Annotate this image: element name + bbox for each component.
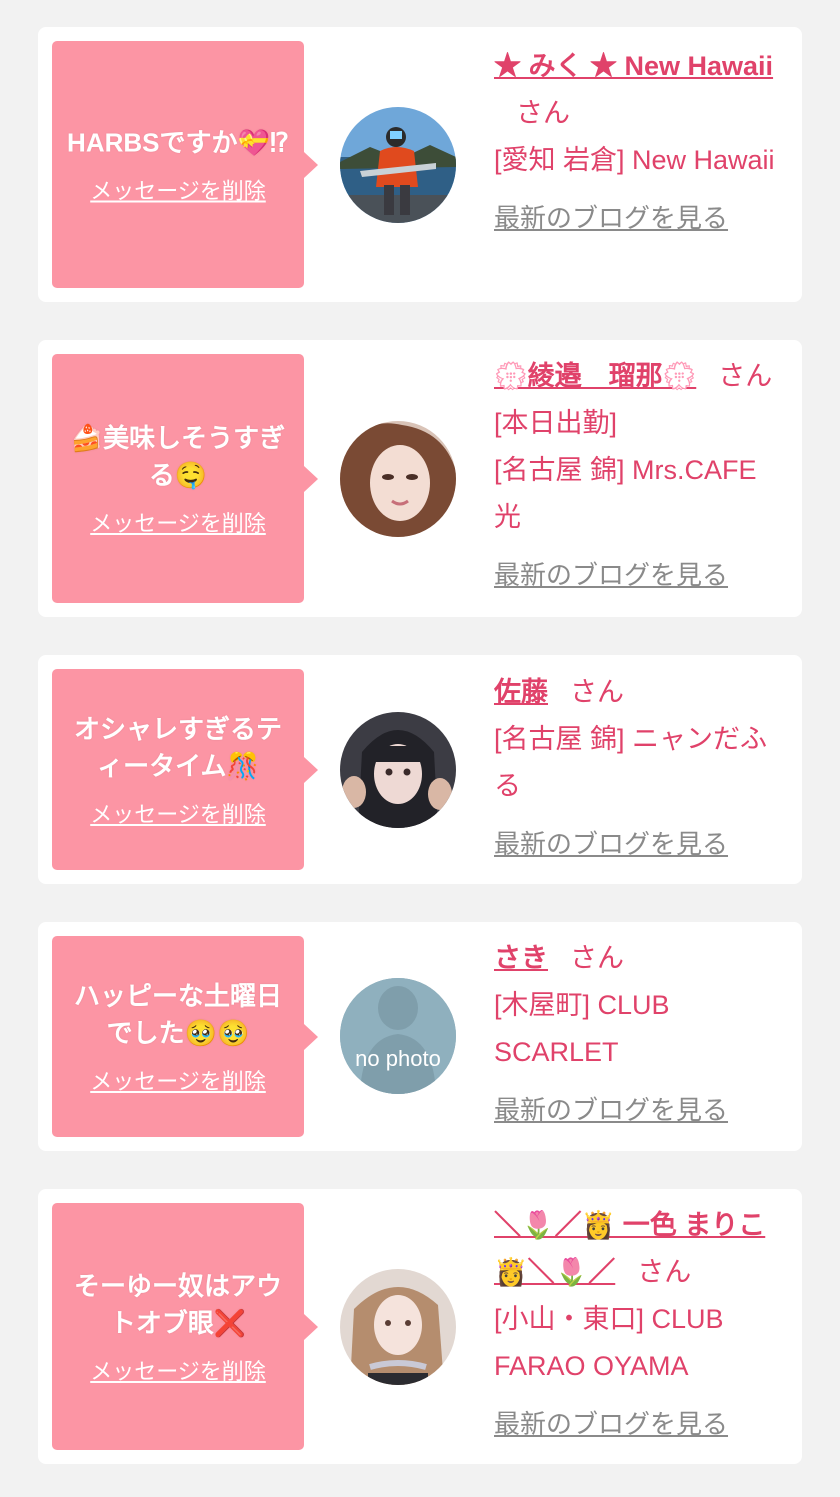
latest-blog-link[interactable]: 最新のブログを見る [494, 195, 728, 242]
delete-message-link[interactable]: メッセージを削除 [90, 173, 266, 205]
message-text: ハッピーな土曜日でした🥹🥹 [73, 980, 282, 1048]
sender-name-link[interactable]: 💮綾邉 瑠那💮 [494, 361, 696, 391]
message-text: 🍰美味しそうすぎる🤤 [70, 422, 286, 490]
delete-message-link[interactable]: メッセージを削除 [90, 797, 266, 829]
message-card: HARBSですか💝⁉ メッセージを削除 ★ みく ★ New Hawaii さん … [38, 27, 802, 302]
honorific: さん [516, 98, 570, 128]
message-card: 🍰美味しそうすぎる🤤 メッセージを削除 💮綾邉 瑠那💮 さん [本日出勤] [名古屋… [38, 340, 802, 617]
honorific: さん [570, 677, 624, 707]
store-label: [愛知 岩倉] New Hawaii [494, 145, 775, 175]
message-bubble: 🍰美味しそうすぎる🤤 メッセージを削除 [52, 354, 318, 603]
store-label: [名古屋 錦] Mrs.CAFE 光 [494, 455, 757, 532]
message-card: ハッピーな土曜日でした🥹🥹 メッセージを削除 no photo さき さん [木屋… [38, 922, 802, 1151]
avatar[interactable] [340, 712, 456, 828]
sender-info: さき さん [木屋町] CLUB SCARLET 最新のブログを見る [494, 935, 790, 1134]
avatar[interactable] [340, 421, 456, 537]
sender-name-link[interactable]: 佐藤 [494, 677, 548, 707]
sender-info: ＼🌷／👸 一色 まりこ 👸＼🌷／ さん [小山・東口] CLUB FARAO OY… [494, 1202, 790, 1448]
sender-name-link[interactable]: ★ みく ★ New Hawaii [494, 51, 773, 81]
sender-info: 佐藤 さん [名古屋 錦] ニャンだふる 最新のブログを見る [494, 669, 790, 868]
message-bubble: オシャレすぎるティータイム🎊 メッセージを削除 [52, 669, 318, 870]
sender-info: ★ みく ★ New Hawaii さん [愛知 岩倉] New Hawaii 最… [494, 43, 790, 242]
message-card: そーゆー奴はアウトオブ眼❌ メッセージを削除 ＼🌷／👸 一色 まりこ 👸＼🌷／さ… [38, 1189, 802, 1464]
sender-info: 💮綾邉 瑠那💮 さん [本日出勤] [名古屋 錦] Mrs.CAFE 光 最新のブロ… [494, 353, 790, 599]
avatar[interactable]: no photo [340, 978, 456, 1094]
store-label: [小山・東口] CLUB FARAO OYAMA [494, 1304, 724, 1381]
latest-blog-link[interactable]: 最新のブログを見る [494, 1401, 728, 1448]
honorific: さん [570, 943, 624, 973]
delete-message-link[interactable]: メッセージを削除 [90, 1064, 266, 1096]
store-label: [名古屋 錦] ニャンだふる [494, 724, 768, 801]
sender-name-link[interactable]: ＼🌷／👸 一色 まりこ 👸＼🌷／ [494, 1210, 765, 1287]
work-status: [本日出勤] [494, 408, 618, 438]
message-card: オシャレすぎるティータイム🎊 メッセージを削除 佐藤 さん [名古屋 錦] ニャン… [38, 655, 802, 884]
delete-message-link[interactable]: メッセージを削除 [90, 506, 266, 538]
message-text: オシャレすぎるティータイム🎊 [73, 713, 282, 781]
honorific: さん [718, 361, 773, 391]
message-bubble: そーゆー奴はアウトオブ眼❌ メッセージを削除 [52, 1203, 318, 1450]
message-text: そーゆー奴はアウトオブ眼❌ [73, 1270, 282, 1338]
message-text: HARBSですか💝⁉ [67, 127, 289, 157]
store-label: [木屋町] CLUB SCARLET [494, 990, 670, 1067]
latest-blog-link[interactable]: 最新のブログを見る [494, 821, 728, 868]
latest-blog-link[interactable]: 最新のブログを見る [494, 552, 728, 599]
latest-blog-link[interactable]: 最新のブログを見る [494, 1087, 728, 1134]
message-bubble: ハッピーな土曜日でした🥹🥹 メッセージを削除 [52, 936, 318, 1137]
avatar[interactable] [340, 107, 456, 223]
delete-message-link[interactable]: メッセージを削除 [90, 1354, 266, 1386]
avatar[interactable] [340, 1269, 456, 1385]
honorific: さん [637, 1257, 692, 1287]
sender-name-link[interactable]: さき [494, 943, 548, 973]
no-photo-text: no photo [355, 1046, 441, 1071]
message-bubble: HARBSですか💝⁉ メッセージを削除 [52, 41, 318, 288]
